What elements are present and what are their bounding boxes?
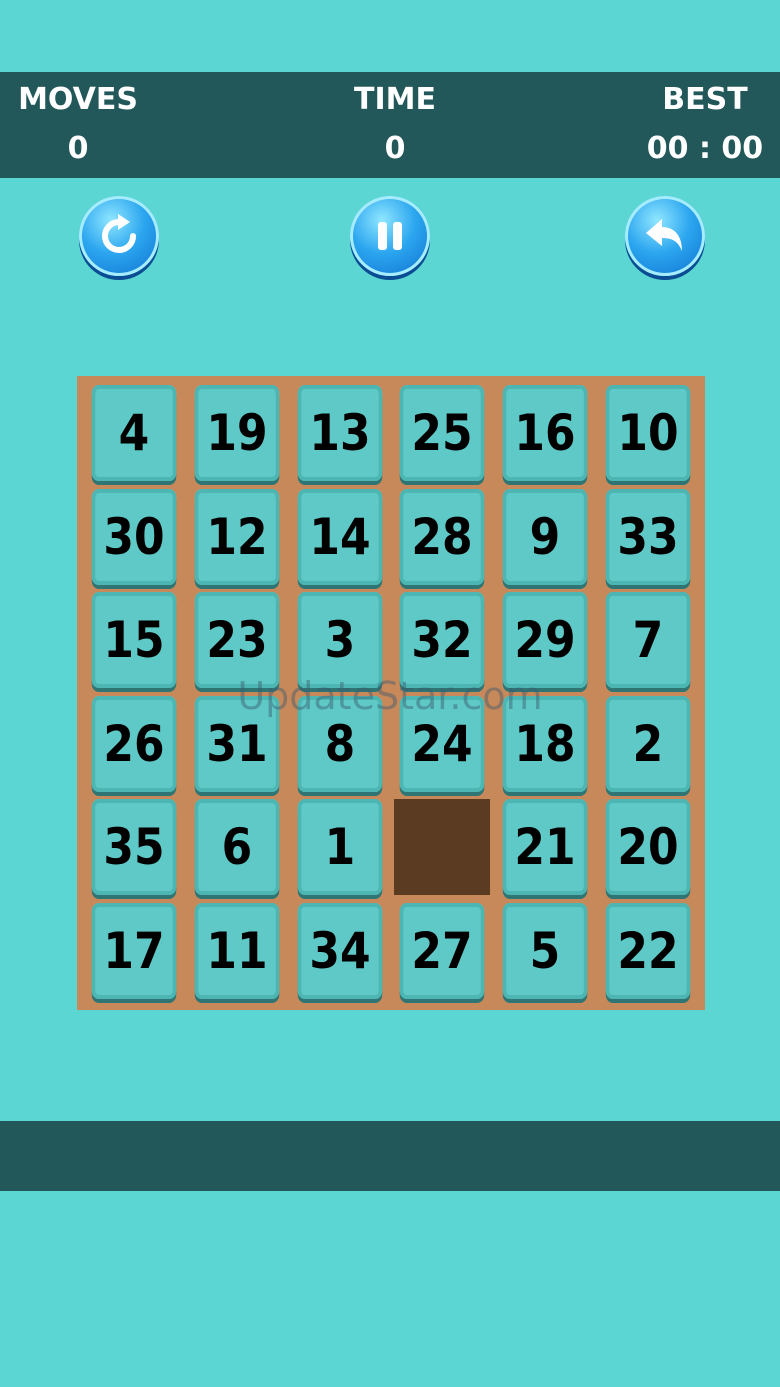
- tile[interactable]: 5: [502, 903, 588, 999]
- pause-icon: [378, 222, 402, 250]
- time-value: 0: [384, 131, 406, 166]
- tile[interactable]: 11: [194, 903, 280, 999]
- time-label: TIME: [354, 82, 436, 117]
- restart-button[interactable]: [79, 196, 159, 276]
- tile[interactable]: 12: [194, 488, 280, 585]
- tile[interactable]: 20: [605, 799, 691, 896]
- tile[interactable]: 18: [502, 695, 588, 792]
- tile[interactable]: 1: [297, 799, 382, 896]
- stats-header: MOVES 0 TIME 0 BEST 00 : 00: [0, 72, 780, 178]
- back-button[interactable]: [625, 196, 705, 276]
- tile[interactable]: 27: [400, 903, 485, 999]
- tile[interactable]: 33: [605, 488, 691, 585]
- tile[interactable]: 24: [400, 695, 485, 792]
- best-label: BEST: [662, 82, 748, 117]
- tile[interactable]: 7: [605, 592, 691, 689]
- tile[interactable]: 2: [605, 695, 691, 792]
- puzzle-board: 4 19 13 25 16 10 30 12 14 28 9 33 15 23 3 32 29 7 26 31 8 24 1…: [77, 376, 705, 1010]
- tile[interactable]: 8: [297, 695, 382, 792]
- tile[interactable]: 15: [91, 592, 177, 689]
- tile[interactable]: 25: [400, 385, 485, 481]
- tile[interactable]: 6: [194, 799, 280, 896]
- tile[interactable]: 34: [297, 903, 382, 999]
- moves-label: MOVES: [18, 82, 138, 117]
- tile[interactable]: 35: [91, 799, 177, 896]
- undo-arrow-icon: [646, 219, 682, 251]
- tile[interactable]: 19: [194, 385, 280, 481]
- pause-button[interactable]: [350, 196, 430, 276]
- tile[interactable]: 3: [297, 592, 382, 689]
- tile[interactable]: 30: [91, 488, 177, 585]
- tile[interactable]: 28: [400, 488, 485, 585]
- tile[interactable]: 32: [400, 592, 485, 689]
- tile[interactable]: 26: [91, 695, 177, 792]
- best-value: 00 : 00: [646, 131, 764, 166]
- refresh-icon: [102, 214, 136, 253]
- tile[interactable]: 14: [297, 488, 382, 585]
- tile[interactable]: 31: [194, 695, 280, 792]
- time-stat: TIME 0: [330, 72, 460, 178]
- tile[interactable]: 23: [194, 592, 280, 689]
- best-stat: BEST 00 : 00: [640, 72, 770, 178]
- moves-stat: MOVES 0: [18, 72, 138, 178]
- moves-value: 0: [67, 131, 89, 166]
- tile[interactable]: 10: [605, 385, 691, 481]
- tile[interactable]: 4: [91, 385, 177, 481]
- tile[interactable]: 22: [605, 903, 691, 999]
- tile[interactable]: 16: [502, 385, 588, 481]
- tile[interactable]: 21: [502, 799, 588, 896]
- tile[interactable]: 17: [91, 903, 177, 999]
- tile[interactable]: 13: [297, 385, 382, 481]
- footer-bar: [0, 1121, 780, 1191]
- tile[interactable]: 29: [502, 592, 588, 689]
- empty-cell: [394, 799, 491, 896]
- tile[interactable]: 9: [502, 488, 588, 585]
